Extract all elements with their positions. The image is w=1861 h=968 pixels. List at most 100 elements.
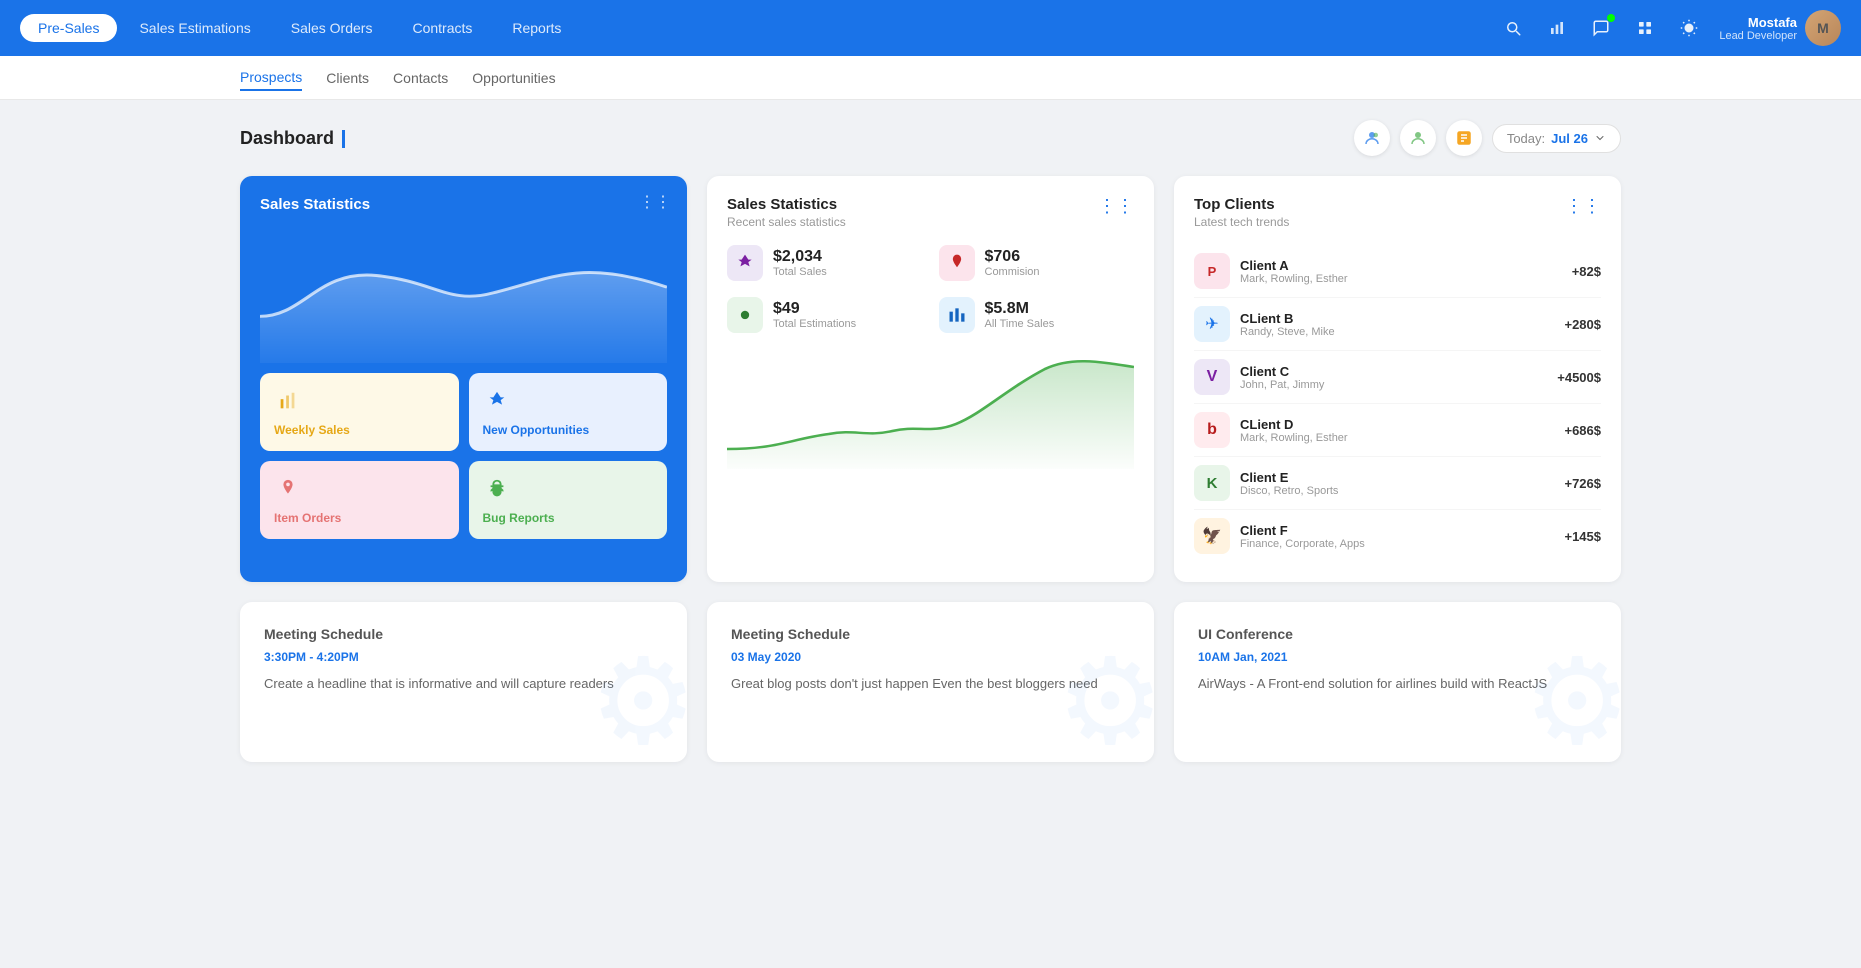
top-clients-subtitle: Latest tech trends bbox=[1194, 215, 1289, 229]
subnav-prospects[interactable]: Prospects bbox=[240, 65, 302, 91]
subnav-opportunities[interactable]: Opportunities bbox=[472, 66, 555, 90]
user-text: Mostafa Lead Developer bbox=[1719, 15, 1797, 42]
mini-cards-grid: Weekly Sales New Opportunities Item Orde… bbox=[260, 373, 667, 539]
user-name: Mostafa bbox=[1719, 15, 1797, 30]
commission-icon bbox=[939, 245, 975, 281]
user-profile[interactable]: Mostafa Lead Developer M bbox=[1719, 10, 1841, 46]
client-b-info: CLient B Randy, Steve, Mike bbox=[1240, 311, 1554, 338]
top-clients-content: Top Clients Latest tech trends ⋮⋮ P Clie… bbox=[1174, 176, 1621, 582]
action-icon-1[interactable] bbox=[1354, 120, 1390, 156]
date-label: Today: bbox=[1507, 131, 1545, 146]
sales-stats-title: Sales Statistics bbox=[260, 196, 667, 213]
client-f-logo: 🦅 bbox=[1194, 518, 1230, 554]
item-orders-label: Item Orders bbox=[274, 511, 341, 525]
nav-tab-presales[interactable]: Pre-Sales bbox=[20, 14, 117, 42]
message-icon[interactable] bbox=[1587, 14, 1615, 42]
search-icon[interactable] bbox=[1499, 14, 1527, 42]
new-opportunities-label: New Opportunities bbox=[483, 423, 590, 437]
client-c-info: Client C John, Pat, Jimmy bbox=[1240, 364, 1547, 391]
action-icon-3[interactable] bbox=[1446, 120, 1482, 156]
avatar: M bbox=[1805, 10, 1841, 46]
weekly-sales-card[interactable]: Weekly Sales bbox=[260, 373, 459, 451]
mid-card-header: Sales Statistics Recent sales statistics… bbox=[727, 196, 1134, 229]
subnav-contacts[interactable]: Contacts bbox=[393, 66, 448, 90]
dashboard-header: Dashboard Today: Jul 26 bbox=[240, 120, 1621, 156]
stat-total-sales: $2,034 Total Sales bbox=[727, 245, 923, 281]
sub-navigation: Prospects Clients Contacts Opportunities bbox=[0, 56, 1861, 100]
total-sales-icon bbox=[727, 245, 763, 281]
stat-estimations: $49 Total Estimations bbox=[727, 297, 923, 333]
client-row-f: 🦅 Client F Finance, Corporate, Apps +145… bbox=[1194, 510, 1601, 562]
stat-commission: $706 Commision bbox=[939, 245, 1135, 281]
client-row-e: K Client E Disco, Retro, Sports +726$ bbox=[1194, 457, 1601, 510]
sales-stats-detail-card: Sales Statistics Recent sales statistics… bbox=[707, 176, 1154, 582]
client-e-info: Client E Disco, Retro, Sports bbox=[1240, 470, 1554, 497]
nav-right-actions: Mostafa Lead Developer M bbox=[1499, 10, 1841, 46]
bug-reports-label: Bug Reports bbox=[483, 511, 555, 525]
main-content: Dashboard Today: Jul 26 Sales Statistics… bbox=[0, 100, 1861, 802]
conference-bg-decorative: ⚙ bbox=[1523, 633, 1621, 762]
top-row-cards: Sales Statistics ⋮⋮ bbox=[240, 176, 1621, 582]
estimations-value: $49 bbox=[773, 300, 856, 318]
date-value: Jul 26 bbox=[1551, 131, 1588, 146]
nav-tab-orders[interactable]: Sales Orders bbox=[273, 14, 391, 42]
client-b-logo: ✈ bbox=[1194, 306, 1230, 342]
top-clients-card: Top Clients Latest tech trends ⋮⋮ P Clie… bbox=[1174, 176, 1621, 582]
notification-dot bbox=[1607, 14, 1615, 22]
card-menu-icon[interactable]: ⋮⋮ bbox=[639, 192, 671, 212]
meeting-card-1: ⚙ Meeting Schedule 3:30PM - 4:20PM Creat… bbox=[240, 602, 687, 762]
client-row-c: V Client C John, Pat, Jimmy +4500$ bbox=[1194, 351, 1601, 404]
top-clients-title: Top Clients bbox=[1194, 196, 1289, 213]
all-time-label: All Time Sales bbox=[985, 318, 1055, 330]
nav-tab-contracts[interactable]: Contracts bbox=[394, 14, 490, 42]
item-orders-card[interactable]: Item Orders bbox=[260, 461, 459, 539]
sales-chart-area bbox=[260, 223, 667, 363]
mid-card-content: Sales Statistics Recent sales statistics… bbox=[707, 176, 1154, 489]
bottom-row-cards: ⚙ Meeting Schedule 3:30PM - 4:20PM Creat… bbox=[240, 602, 1621, 762]
total-sales-value: $2,034 bbox=[773, 248, 827, 266]
client-row-d: b CLient D Mark, Rowling, Esther +686$ bbox=[1194, 404, 1601, 457]
mid-card-menu[interactable]: ⋮⋮ bbox=[1098, 196, 1134, 217]
mid-card-title: Sales Statistics bbox=[727, 196, 846, 213]
client-row-a: P Client A Mark, Rowling, Esther +82$ bbox=[1194, 245, 1601, 298]
date-picker[interactable]: Today: Jul 26 bbox=[1492, 124, 1621, 153]
client-a-logo: P bbox=[1194, 253, 1230, 289]
conference-card-content: ⚙ UI Conference 10AM Jan, 2021 AirWays -… bbox=[1174, 602, 1621, 762]
client-row-b: ✈ CLient B Randy, Steve, Mike +280$ bbox=[1194, 298, 1601, 351]
client-e-logo: K bbox=[1194, 465, 1230, 501]
sun-icon[interactable] bbox=[1675, 14, 1703, 42]
meeting-bg-decorative: ⚙ bbox=[589, 633, 687, 762]
client-d-info: CLient D Mark, Rowling, Esther bbox=[1240, 417, 1554, 444]
nav-tabs: Pre-Sales Sales Estimations Sales Orders… bbox=[20, 14, 579, 42]
meeting-card-2-content: ⚙ Meeting Schedule 03 May 2020 Great blo… bbox=[707, 602, 1154, 762]
client-c-logo: V bbox=[1194, 359, 1230, 395]
bug-reports-icon bbox=[483, 475, 511, 503]
estimations-icon bbox=[727, 297, 763, 333]
stat-all-time: $5.8M All Time Sales bbox=[939, 297, 1135, 333]
nav-tab-reports[interactable]: Reports bbox=[494, 14, 579, 42]
commission-value: $706 bbox=[985, 248, 1040, 266]
chart-icon[interactable] bbox=[1543, 14, 1571, 42]
nav-tab-estimations[interactable]: Sales Estimations bbox=[121, 14, 268, 42]
action-icon-2[interactable] bbox=[1400, 120, 1436, 156]
estimations-label: Total Estimations bbox=[773, 318, 856, 330]
weekly-sales-icon bbox=[274, 387, 302, 415]
all-time-icon bbox=[939, 297, 975, 333]
subnav-clients[interactable]: Clients bbox=[326, 66, 369, 90]
all-time-value: $5.8M bbox=[985, 300, 1055, 318]
mid-card-subtitle: Recent sales statistics bbox=[727, 215, 846, 229]
grid-icon[interactable] bbox=[1631, 14, 1659, 42]
sales-stats-blue-card: Sales Statistics ⋮⋮ bbox=[240, 176, 687, 582]
header-actions: Today: Jul 26 bbox=[1354, 120, 1621, 156]
total-sales-label: Total Sales bbox=[773, 266, 827, 278]
conference-card: ⚙ UI Conference 10AM Jan, 2021 AirWays -… bbox=[1174, 602, 1621, 762]
client-d-logo: b bbox=[1194, 412, 1230, 448]
weekly-sales-label: Weekly Sales bbox=[274, 423, 350, 437]
line-chart bbox=[727, 349, 1134, 469]
item-orders-icon bbox=[274, 475, 302, 503]
top-clients-menu[interactable]: ⋮⋮ bbox=[1565, 196, 1601, 217]
meeting-card-1-content: ⚙ Meeting Schedule 3:30PM - 4:20PM Creat… bbox=[240, 602, 687, 762]
user-role: Lead Developer bbox=[1719, 30, 1797, 42]
bug-reports-card[interactable]: Bug Reports bbox=[469, 461, 668, 539]
new-opportunities-card[interactable]: New Opportunities bbox=[469, 373, 668, 451]
